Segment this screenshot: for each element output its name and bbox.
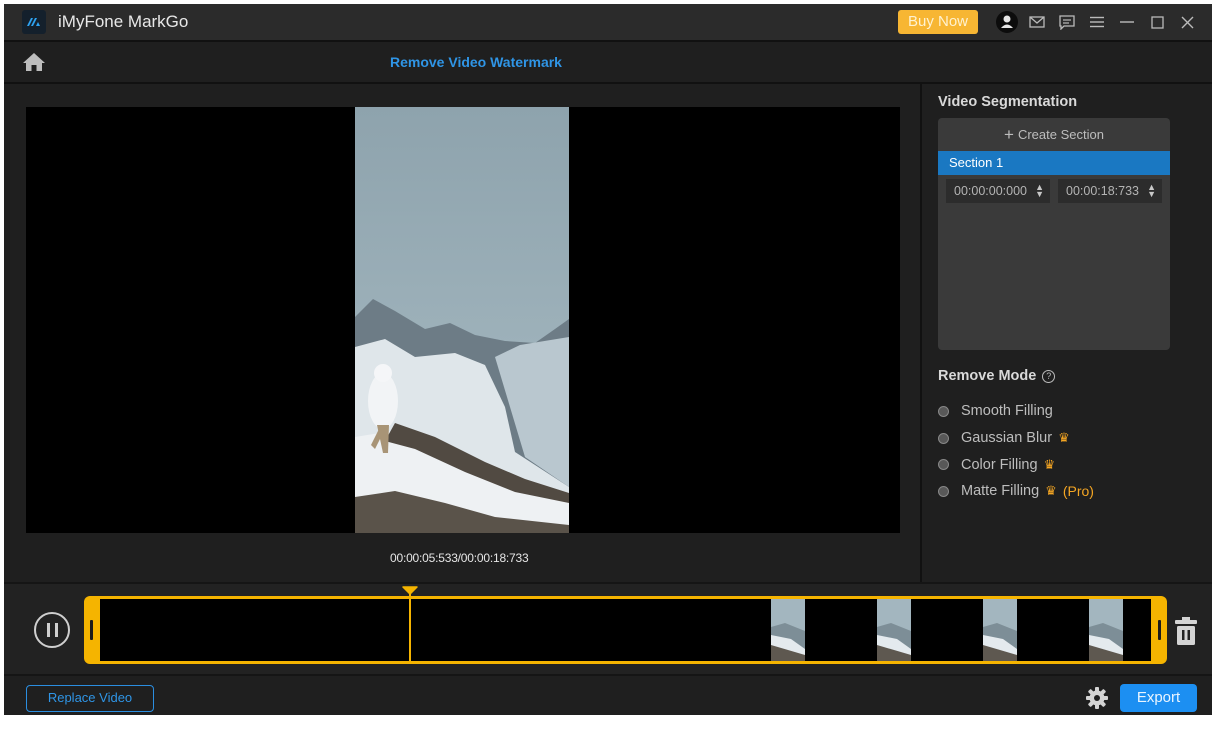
- radio-button[interactable]: [938, 485, 949, 497]
- create-section-button[interactable]: + Create Section: [938, 118, 1170, 151]
- crown-icon: ♛: [1058, 430, 1070, 446]
- minimize-icon[interactable]: [1112, 4, 1142, 40]
- pause-icon: [46, 623, 50, 637]
- playhead[interactable]: [409, 589, 412, 663]
- mode-option-label: Color Filling: [961, 456, 1038, 473]
- mode-option-label: Smooth Filling: [961, 403, 1053, 420]
- create-section-label: Create Section: [1017, 127, 1104, 142]
- timeline-area: [4, 582, 1212, 676]
- crown-icon: ♛: [1045, 483, 1057, 499]
- section-end-time-input[interactable]: 00:00:18:733 ▲ ▼: [1058, 179, 1162, 203]
- timeline-thumbnail: [877, 599, 911, 661]
- app-logo-icon: [22, 10, 46, 34]
- timeline-thumbnail: [983, 599, 1017, 661]
- playback-time-readout: 00:00:05:533/00:00:18:733: [390, 551, 529, 565]
- buy-now-button[interactable]: Buy Now: [897, 10, 978, 34]
- mode-option-gaussian-blur[interactable]: Gaussian Blur ♛: [938, 425, 1094, 452]
- mode-option-smooth-filling[interactable]: Smooth Filling: [938, 398, 1094, 425]
- pause-button[interactable]: [34, 612, 70, 648]
- feedback-icon[interactable]: [1052, 4, 1082, 40]
- video-preview[interactable]: [26, 107, 900, 533]
- pro-badge: (Pro): [1062, 483, 1094, 500]
- mail-icon[interactable]: [1022, 4, 1052, 40]
- mode-option-matte-filling[interactable]: Matte Filling ♛ (Pro): [938, 478, 1094, 505]
- remove-mode-options: Smooth Filling Gaussian Blur ♛ Color Fil…: [938, 398, 1094, 505]
- home-icon[interactable]: [22, 52, 48, 74]
- end-time-value: 00:00:18:733: [1066, 184, 1139, 198]
- remove-mode-title: Remove Mode ?: [938, 368, 1056, 384]
- radio-button[interactable]: [938, 459, 949, 471]
- title-bar: iMyFone MarkGo Buy Now: [4, 4, 1212, 40]
- settings-gear-icon[interactable]: [1086, 687, 1108, 709]
- end-time-spinner-icon[interactable]: ▲ ▼: [1147, 183, 1156, 199]
- trim-end-handle[interactable]: [1158, 620, 1161, 640]
- section-item[interactable]: Section 1: [938, 151, 1170, 175]
- start-time-value: 00:00:00:000: [954, 184, 1027, 198]
- timeline-thumbnail: [1089, 599, 1123, 661]
- remove-mode-label: Remove Mode: [938, 368, 1037, 384]
- video-segmentation-title: Video Segmentation: [938, 94, 1078, 110]
- section-start-time-input[interactable]: 00:00:00:000 ▲ ▼: [946, 179, 1050, 203]
- trim-start-handle[interactable]: [90, 620, 93, 640]
- page-header: Remove Video Watermark: [4, 40, 1212, 84]
- app-window: iMyFone MarkGo Buy Now Remove Video Wate…: [4, 4, 1212, 715]
- mode-option-label: Matte Filling: [961, 483, 1040, 500]
- video-frame: [355, 107, 569, 533]
- timeline-thumbnail: [771, 599, 805, 661]
- playhead-handle-icon[interactable]: [402, 586, 418, 595]
- timeline-track[interactable]: [84, 596, 1167, 664]
- panel-divider: [920, 84, 922, 582]
- page-title: Remove Video Watermark: [390, 54, 562, 70]
- maximize-icon[interactable]: [1142, 4, 1172, 40]
- radio-button[interactable]: [938, 432, 949, 444]
- account-icon[interactable]: [992, 4, 1022, 40]
- replace-video-button[interactable]: Replace Video: [26, 685, 154, 712]
- mode-option-label: Gaussian Blur: [961, 430, 1053, 447]
- help-icon[interactable]: ?: [1042, 369, 1056, 383]
- trash-icon[interactable]: [1174, 616, 1198, 646]
- crown-icon: ♛: [1043, 456, 1056, 472]
- pause-icon-bar: [54, 623, 58, 637]
- radio-button[interactable]: [938, 405, 949, 417]
- export-button[interactable]: Export: [1120, 684, 1197, 712]
- start-time-spinner-icon[interactable]: ▲ ▼: [1035, 183, 1044, 199]
- mode-option-color-filling[interactable]: Color Filling ♛: [938, 451, 1094, 478]
- close-icon[interactable]: [1172, 4, 1202, 40]
- menu-icon[interactable]: [1082, 4, 1112, 40]
- segmentation-panel: + Create Section Section 1 00:00:00:000 …: [938, 118, 1170, 350]
- plus-icon: +: [1004, 124, 1014, 144]
- app-title: iMyFone MarkGo: [58, 12, 189, 31]
- timeline-thumbnails: [100, 599, 1151, 661]
